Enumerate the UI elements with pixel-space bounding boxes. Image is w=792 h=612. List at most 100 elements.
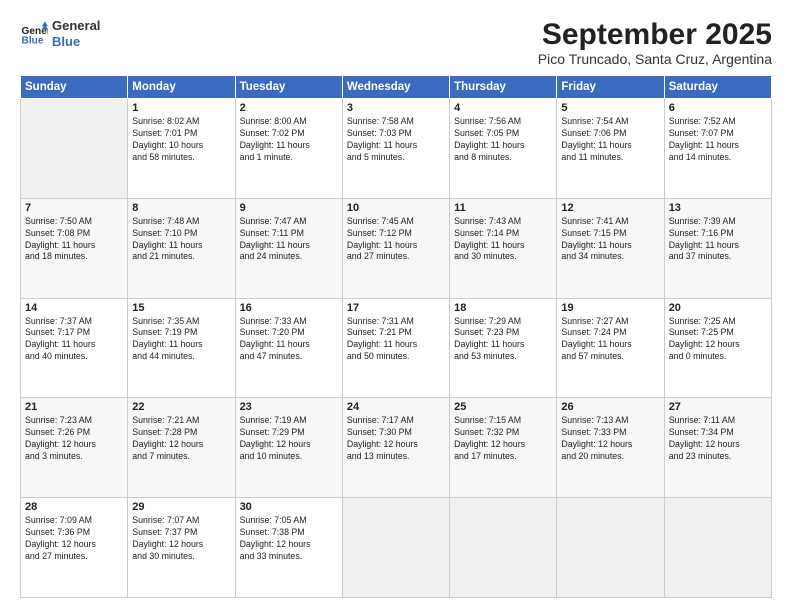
day-cell: 5 Sunrise: 7:54 AM Sunset: 7:06 PM Daylig… bbox=[557, 99, 664, 199]
day-info: Sunrise: 7:05 AM Sunset: 7:38 PM Dayligh… bbox=[240, 515, 338, 563]
calendar-body: 1Sunrise: 8:02 AM Sunset: 7:01 PM Daylig… bbox=[21, 99, 772, 598]
day-number: 13 bbox=[669, 202, 767, 214]
day-number: 27 bbox=[669, 401, 767, 413]
day-info: Sunrise: 7:21 AM Sunset: 7:28 PM Dayligh… bbox=[132, 415, 230, 463]
day-cell bbox=[21, 99, 128, 199]
day-number: 8 bbox=[132, 202, 230, 214]
logo-line2: Blue bbox=[52, 34, 100, 50]
day-cell: 12 Sunrise: 7:41 AM Sunset: 7:15 PM Dayli… bbox=[557, 198, 664, 298]
day-cell: 6 Sunrise: 7:52 AM Sunset: 7:07 PM Daylig… bbox=[664, 99, 771, 199]
week-row-5: 28 Sunrise: 7:09 AM Sunset: 7:36 PM Dayli… bbox=[21, 498, 772, 598]
day-number: 30 bbox=[240, 501, 338, 513]
col-header-sunday: Sunday bbox=[21, 76, 128, 99]
page-header: General Blue General Blue September 2025… bbox=[20, 18, 772, 67]
col-header-monday: Monday bbox=[128, 76, 235, 99]
day-cell: 15 Sunrise: 7:35 AM Sunset: 7:19 PM Dayli… bbox=[128, 298, 235, 398]
day-cell: 3 Sunrise: 7:58 AM Sunset: 7:03 PM Daylig… bbox=[342, 99, 449, 199]
day-number: 10 bbox=[347, 202, 445, 214]
day-cell: 7 Sunrise: 7:50 AM Sunset: 7:08 PM Daylig… bbox=[21, 198, 128, 298]
day-cell: 2Sunrise: 8:00 AM Sunset: 7:02 PM Daylig… bbox=[235, 99, 342, 199]
calendar-table: SundayMondayTuesdayWednesdayThursdayFrid… bbox=[20, 75, 772, 598]
day-info: Sunrise: 7:56 AM Sunset: 7:05 PM Dayligh… bbox=[454, 116, 552, 164]
day-cell: 13Sunrise: 7:39 AM Sunset: 7:16 PM Dayli… bbox=[664, 198, 771, 298]
day-info: Sunrise: 7:29 AM Sunset: 7:23 PM Dayligh… bbox=[454, 316, 552, 364]
col-header-friday: Friday bbox=[557, 76, 664, 99]
day-info: Sunrise: 7:31 AM Sunset: 7:21 PM Dayligh… bbox=[347, 316, 445, 364]
day-number: 19 bbox=[561, 302, 659, 314]
day-number: 2 bbox=[240, 102, 338, 114]
day-info: Sunrise: 7:33 AM Sunset: 7:20 PM Dayligh… bbox=[240, 316, 338, 364]
calendar-header-row: SundayMondayTuesdayWednesdayThursdayFrid… bbox=[21, 76, 772, 99]
day-number: 7 bbox=[25, 202, 123, 214]
logo-icon: General Blue bbox=[20, 20, 48, 48]
day-info: Sunrise: 7:45 AM Sunset: 7:12 PM Dayligh… bbox=[347, 216, 445, 264]
col-header-saturday: Saturday bbox=[664, 76, 771, 99]
day-number: 24 bbox=[347, 401, 445, 413]
day-cell: 24 Sunrise: 7:17 AM Sunset: 7:30 PM Dayli… bbox=[342, 398, 449, 498]
day-number: 16 bbox=[240, 302, 338, 314]
day-cell bbox=[557, 498, 664, 598]
day-number: 25 bbox=[454, 401, 552, 413]
week-row-2: 7 Sunrise: 7:50 AM Sunset: 7:08 PM Daylig… bbox=[21, 198, 772, 298]
day-number: 11 bbox=[454, 202, 552, 214]
day-cell: 19Sunrise: 7:27 AM Sunset: 7:24 PM Dayli… bbox=[557, 298, 664, 398]
col-header-wednesday: Wednesday bbox=[342, 76, 449, 99]
day-info: Sunrise: 7:58 AM Sunset: 7:03 PM Dayligh… bbox=[347, 116, 445, 164]
day-number: 23 bbox=[240, 401, 338, 413]
logo-line1: General bbox=[52, 18, 100, 34]
day-number: 29 bbox=[132, 501, 230, 513]
day-cell: 29 Sunrise: 7:07 AM Sunset: 7:37 PM Dayli… bbox=[128, 498, 235, 598]
day-cell: 25Sunrise: 7:15 AM Sunset: 7:32 PM Dayli… bbox=[450, 398, 557, 498]
day-info: Sunrise: 7:35 AM Sunset: 7:19 PM Dayligh… bbox=[132, 316, 230, 364]
day-cell: 20Sunrise: 7:25 AM Sunset: 7:25 PM Dayli… bbox=[664, 298, 771, 398]
day-cell: 27 Sunrise: 7:11 AM Sunset: 7:34 PM Dayli… bbox=[664, 398, 771, 498]
day-info: Sunrise: 7:41 AM Sunset: 7:15 PM Dayligh… bbox=[561, 216, 659, 264]
page-title: September 2025 bbox=[538, 18, 772, 51]
page-subtitle: Pico Truncado, Santa Cruz, Argentina bbox=[538, 51, 772, 67]
day-number: 15 bbox=[132, 302, 230, 314]
day-number: 22 bbox=[132, 401, 230, 413]
day-cell bbox=[450, 498, 557, 598]
day-number: 6 bbox=[669, 102, 767, 114]
day-info: Sunrise: 7:54 AM Sunset: 7:06 PM Dayligh… bbox=[561, 116, 659, 164]
day-number: 12 bbox=[561, 202, 659, 214]
day-info: Sunrise: 7:37 AM Sunset: 7:17 PM Dayligh… bbox=[25, 316, 123, 364]
day-cell: 9Sunrise: 7:47 AM Sunset: 7:11 PM Daylig… bbox=[235, 198, 342, 298]
day-cell: 22 Sunrise: 7:21 AM Sunset: 7:28 PM Dayli… bbox=[128, 398, 235, 498]
day-info: Sunrise: 7:09 AM Sunset: 7:36 PM Dayligh… bbox=[25, 515, 123, 563]
col-header-thursday: Thursday bbox=[450, 76, 557, 99]
day-info: Sunrise: 7:48 AM Sunset: 7:10 PM Dayligh… bbox=[132, 216, 230, 264]
day-number: 14 bbox=[25, 302, 123, 314]
day-cell: 28 Sunrise: 7:09 AM Sunset: 7:36 PM Dayli… bbox=[21, 498, 128, 598]
day-info: Sunrise: 7:50 AM Sunset: 7:08 PM Dayligh… bbox=[25, 216, 123, 264]
day-cell: 23 Sunrise: 7:19 AM Sunset: 7:29 PM Dayli… bbox=[235, 398, 342, 498]
day-number: 5 bbox=[561, 102, 659, 114]
day-cell: 18Sunrise: 7:29 AM Sunset: 7:23 PM Dayli… bbox=[450, 298, 557, 398]
day-cell: 8 Sunrise: 7:48 AM Sunset: 7:10 PM Daylig… bbox=[128, 198, 235, 298]
day-cell: 17Sunrise: 7:31 AM Sunset: 7:21 PM Dayli… bbox=[342, 298, 449, 398]
day-info: Sunrise: 7:52 AM Sunset: 7:07 PM Dayligh… bbox=[669, 116, 767, 164]
day-info: Sunrise: 7:17 AM Sunset: 7:30 PM Dayligh… bbox=[347, 415, 445, 463]
day-number: 4 bbox=[454, 102, 552, 114]
day-number: 21 bbox=[25, 401, 123, 413]
day-info: Sunrise: 7:47 AM Sunset: 7:11 PM Dayligh… bbox=[240, 216, 338, 264]
day-info: Sunrise: 7:23 AM Sunset: 7:26 PM Dayligh… bbox=[25, 415, 123, 463]
title-block: September 2025 Pico Truncado, Santa Cruz… bbox=[538, 18, 772, 67]
day-info: Sunrise: 8:02 AM Sunset: 7:01 PM Dayligh… bbox=[132, 116, 230, 164]
day-info: Sunrise: 7:11 AM Sunset: 7:34 PM Dayligh… bbox=[669, 415, 767, 463]
day-cell: 14 Sunrise: 7:37 AM Sunset: 7:17 PM Dayli… bbox=[21, 298, 128, 398]
day-number: 28 bbox=[25, 501, 123, 513]
logo: General Blue General Blue bbox=[20, 18, 100, 49]
day-cell: 21 Sunrise: 7:23 AM Sunset: 7:26 PM Dayli… bbox=[21, 398, 128, 498]
day-cell: 26Sunrise: 7:13 AM Sunset: 7:33 PM Dayli… bbox=[557, 398, 664, 498]
day-info: Sunrise: 7:13 AM Sunset: 7:33 PM Dayligh… bbox=[561, 415, 659, 463]
day-cell bbox=[342, 498, 449, 598]
week-row-3: 14 Sunrise: 7:37 AM Sunset: 7:17 PM Dayli… bbox=[21, 298, 772, 398]
day-cell: 4 Sunrise: 7:56 AM Sunset: 7:05 PM Daylig… bbox=[450, 99, 557, 199]
day-info: Sunrise: 7:19 AM Sunset: 7:29 PM Dayligh… bbox=[240, 415, 338, 463]
week-row-4: 21 Sunrise: 7:23 AM Sunset: 7:26 PM Dayli… bbox=[21, 398, 772, 498]
day-number: 3 bbox=[347, 102, 445, 114]
day-info: Sunrise: 7:07 AM Sunset: 7:37 PM Dayligh… bbox=[132, 515, 230, 563]
day-cell: 11Sunrise: 7:43 AM Sunset: 7:14 PM Dayli… bbox=[450, 198, 557, 298]
logo-text: General Blue bbox=[52, 18, 100, 49]
